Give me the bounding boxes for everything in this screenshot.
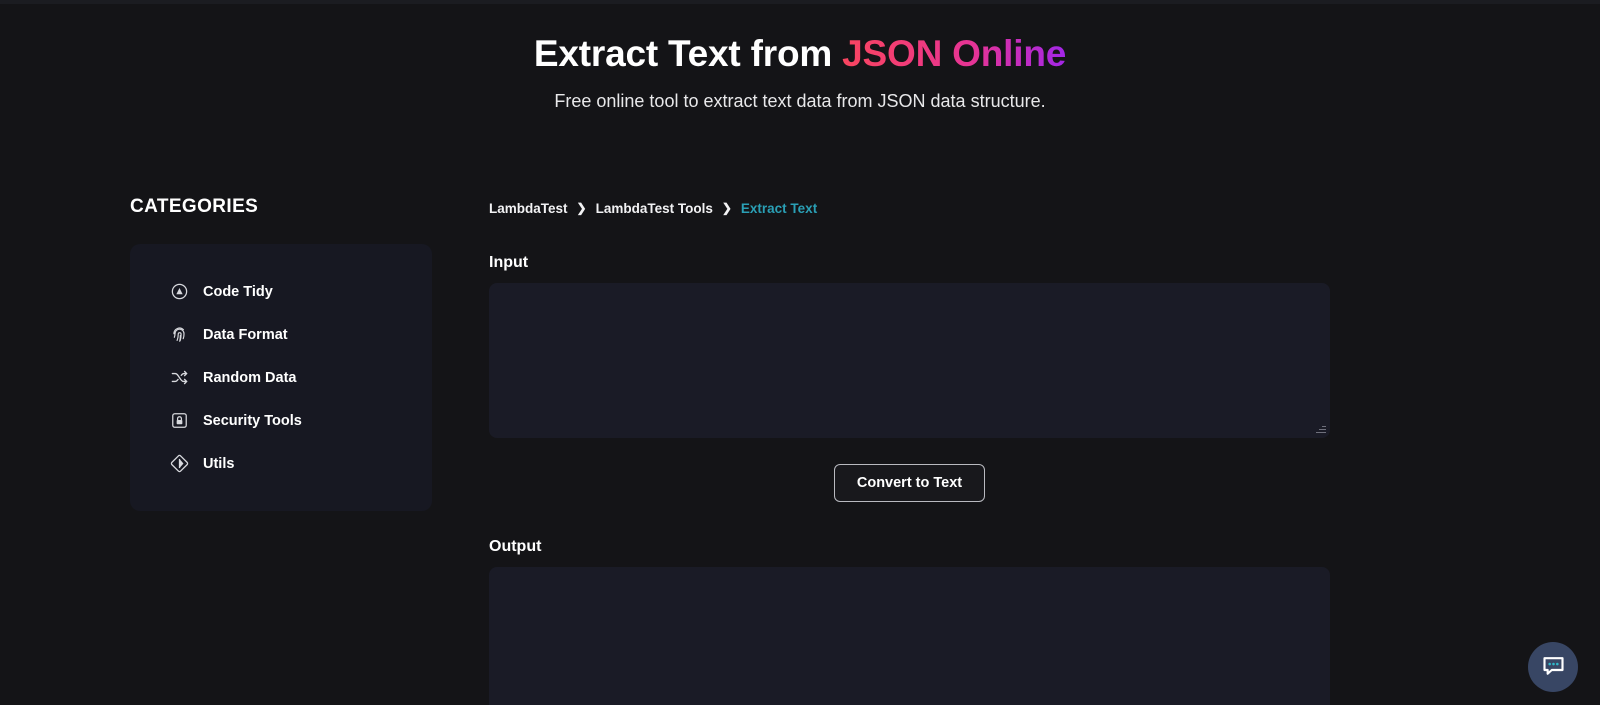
- sidebar-item-data-format[interactable]: Data Format: [130, 313, 432, 356]
- output-textarea-wrap: [489, 567, 1330, 705]
- chat-bubble-icon: [1540, 652, 1567, 682]
- sidebar-item-label: Utils: [203, 455, 235, 472]
- breadcrumb-item-lambdatest-tools[interactable]: LambdaTest Tools: [596, 201, 713, 216]
- lock-icon: [170, 411, 189, 430]
- chevron-right-icon: ❯: [576, 201, 587, 215]
- output-textarea[interactable]: [489, 567, 1330, 705]
- convert-to-text-button[interactable]: Convert to Text: [833, 464, 986, 502]
- hero-section: Extract Text from JSON Online Free onlin…: [0, 30, 1600, 112]
- sidebar-item-label: Random Data: [203, 369, 297, 386]
- main-content: LambdaTest ❯ LambdaTest Tools ❯ Extract …: [489, 198, 1330, 705]
- chat-widget-button[interactable]: [1528, 642, 1578, 692]
- diamond-icon: [170, 454, 189, 473]
- categories-card: Code Tidy Data Format Random Data Securi…: [130, 244, 432, 511]
- breadcrumb-item-extract-text[interactable]: Extract Text: [741, 201, 817, 216]
- sidebar-item-label: Data Format: [203, 326, 288, 343]
- fingerprint-icon: [170, 325, 189, 344]
- input-textarea-wrap: [489, 283, 1330, 438]
- sidebar-item-utils[interactable]: Utils: [130, 442, 432, 485]
- page-subtitle: Free online tool to extract text data fr…: [554, 91, 1046, 112]
- sidebar-item-label: Code Tidy: [203, 283, 273, 300]
- sidebar-item-random-data[interactable]: Random Data: [130, 356, 432, 399]
- page-title-accent: JSON Online: [842, 33, 1067, 74]
- breadcrumb: LambdaTest ❯ LambdaTest Tools ❯ Extract …: [489, 198, 1330, 218]
- page-title-plain: Extract Text from: [533, 33, 843, 74]
- sidebar-item-security-tools[interactable]: Security Tools: [130, 399, 432, 442]
- code-tidy-icon: [170, 282, 189, 301]
- categories-heading: CATEGORIES: [130, 196, 259, 217]
- page-root: Extract Text from JSON Online Free onlin…: [0, 0, 1600, 705]
- sidebar: CATEGORIES Code Tidy Data Format Random …: [130, 196, 432, 511]
- page-title: Extract Text from JSON Online: [0, 30, 1600, 78]
- chevron-right-icon: ❯: [721, 201, 732, 215]
- breadcrumb-item-lambdatest[interactable]: LambdaTest: [489, 201, 568, 216]
- sidebar-item-code-tidy[interactable]: Code Tidy: [130, 270, 432, 313]
- convert-button-row: Convert to Text: [489, 464, 1330, 502]
- input-label: Input: [489, 254, 529, 271]
- shuffle-icon: [170, 368, 189, 387]
- sidebar-item-label: Security Tools: [203, 412, 302, 429]
- top-strip: [0, 0, 1600, 4]
- input-textarea[interactable]: [489, 283, 1330, 438]
- output-label: Output: [489, 538, 542, 555]
